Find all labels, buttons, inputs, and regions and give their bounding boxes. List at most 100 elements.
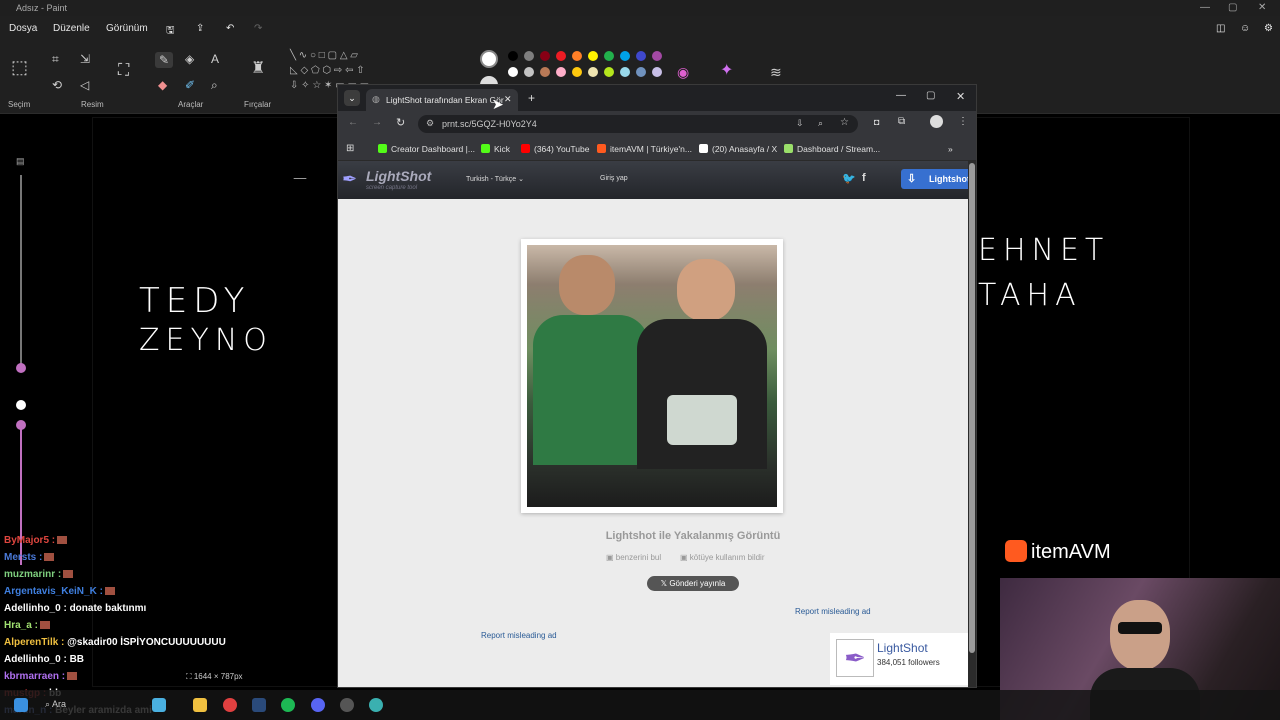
color-swatch[interactable] (540, 67, 550, 77)
task-view-icon[interactable] (152, 698, 166, 712)
address-bar[interactable]: ⚙ prnt.sc/5GQZ-H0Yo2Y4 ⇩ ⌕ ☆ (418, 115, 858, 133)
shape-line-icon[interactable]: ╲ ∿ ○ □ ▢ △ ▱ (290, 50, 358, 61)
extension-icon[interactable]: ◘ (874, 117, 879, 127)
share-icon[interactable]: ⇪ (196, 23, 204, 34)
slider-thumb[interactable] (16, 363, 26, 373)
copilot-icon[interactable]: ✦ (720, 60, 733, 80)
lightshot-follow-widget[interactable]: ✒ LightShot 384,051 followers (830, 633, 968, 685)
zoom-icon[interactable]: ⌕ (818, 118, 823, 129)
feedback-icon[interactable]: ◫ (1216, 23, 1225, 34)
rotate-icon[interactable]: ⟲ (52, 78, 62, 92)
maximize-icon[interactable]: ▢ (1228, 2, 1237, 13)
color-swatch[interactable] (604, 51, 614, 61)
file-explorer-icon[interactable] (193, 698, 207, 712)
selection-icon[interactable]: ⬚ (11, 57, 28, 78)
minimize-icon[interactable]: — (1200, 2, 1210, 13)
bookmark-item[interactable]: (364) YouTube (521, 144, 589, 154)
obs-icon[interactable] (340, 698, 354, 712)
browser-minimize-icon[interactable]: — (896, 90, 906, 101)
chat-username[interactable]: Argentavis_KeiN_K : (4, 586, 103, 597)
chrome-icon[interactable] (223, 698, 237, 712)
color-swatch[interactable] (508, 67, 518, 77)
tab-close-icon[interactable]: ✕ (504, 94, 512, 105)
color-swatch[interactable] (556, 51, 566, 61)
settings-icon[interactable]: ⚙ (1264, 23, 1273, 34)
site-info-icon[interactable]: ⚙ (426, 118, 434, 129)
shape-row2-icon[interactable]: ◺ ◇ ⬠ ⬡ ⇨ ⇦ ⇧ (290, 65, 365, 76)
login-link[interactable]: Giriş yap (600, 175, 628, 182)
bookmark-item[interactable]: itemAVM | Türkiye'n... (597, 144, 692, 154)
menu-file[interactable]: Dosya (9, 23, 37, 34)
find-similar-link[interactable]: ▣ benzerini bul (606, 553, 661, 562)
brush-icon[interactable]: ♜ (251, 58, 265, 78)
steam-icon[interactable] (252, 698, 266, 712)
eraser-icon[interactable]: ◆ (158, 78, 167, 92)
bookmark-item[interactable]: Kick (481, 144, 510, 154)
magnifier-icon[interactable]: ⌕ (211, 78, 218, 93)
new-tab-icon[interactable]: + (528, 91, 535, 105)
color-swatch[interactable] (572, 51, 582, 61)
save-icon[interactable]: 🖫 (166, 23, 175, 40)
chat-username[interactable]: AlperenTilk : (4, 637, 64, 648)
color-swatch[interactable] (636, 51, 646, 61)
language-select[interactable]: Turkish - Türkçe ⌄ (466, 175, 524, 183)
pencil-icon[interactable]: ✎ (155, 52, 174, 68)
reload-icon[interactable]: ↻ (396, 116, 405, 129)
close-icon[interactable]: ✕ (1258, 2, 1266, 13)
chat-username[interactable]: muzmarinr : (4, 569, 61, 580)
post-on-x-button[interactable]: 𝕏 Gönderi yayınla (647, 576, 739, 591)
tab-search-icon[interactable]: ⌄ (344, 90, 360, 106)
chat-username[interactable]: Adellinho_0 : (4, 654, 67, 665)
chat-username[interactable]: kbrmarraen : (4, 671, 65, 682)
back-icon[interactable]: ← (348, 117, 358, 128)
apps-icon[interactable]: ⊞ (346, 143, 354, 154)
color-swatch[interactable] (652, 67, 662, 77)
chat-username[interactable]: Adellinho_0 : (4, 603, 67, 614)
scrollbar[interactable] (968, 161, 976, 687)
app-icon[interactable] (369, 698, 383, 712)
profile-avatar[interactable] (930, 115, 943, 128)
report-abuse-link[interactable]: ▣ kötüye kullanım bildir (680, 553, 764, 562)
color-swatch[interactable] (524, 51, 534, 61)
color-swatch[interactable] (652, 51, 662, 61)
chat-username[interactable]: Mersts : (4, 552, 42, 563)
image-select-icon[interactable]: ⛶ (118, 62, 129, 80)
extensions-puzzle-icon[interactable]: ⧉ (898, 116, 905, 127)
color-wheel-icon[interactable]: ◉ (677, 64, 689, 81)
browser-close-icon[interactable]: ✕ (956, 90, 965, 103)
color-swatch[interactable] (588, 67, 598, 77)
people-icon[interactable]: ☺ (1240, 23, 1250, 34)
color-primary[interactable] (480, 50, 498, 68)
color-swatch[interactable] (604, 67, 614, 77)
color-swatch[interactable] (620, 51, 630, 61)
bookmark-star-icon[interactable]: ☆ (840, 117, 849, 128)
color-swatch[interactable] (620, 67, 630, 77)
flip-icon[interactable]: ◁ (80, 78, 89, 92)
spotify-icon[interactable] (281, 698, 295, 712)
bookmark-item[interactable]: (20) Anasayfa / X (699, 144, 777, 154)
color-swatch[interactable] (588, 51, 598, 61)
taskbar-search[interactable]: ⌕ Ara (45, 699, 66, 710)
chat-username[interactable]: ByMajor5 : (4, 535, 55, 546)
crop-icon[interactable]: ⌗ (52, 52, 59, 67)
color-swatch[interactable] (524, 67, 534, 77)
color-swatch[interactable] (508, 51, 518, 61)
lightshot-download-button[interactable]: ⇩ Lightshot (901, 169, 971, 189)
text-tool-icon[interactable]: A (211, 52, 219, 66)
screenshot-image[interactable] (527, 245, 777, 507)
resize-icon[interactable]: ⇲ (80, 52, 90, 66)
color-picker-icon[interactable]: ✐ (185, 78, 195, 92)
color-swatch[interactable] (636, 67, 646, 77)
browser-menu-icon[interactable]: ⋮ (958, 116, 968, 127)
brush-size-slider[interactable]: ▤ (8, 150, 34, 570)
color-swatch[interactable] (540, 51, 550, 61)
report-ad-link-right[interactable]: Report misleading ad (795, 607, 871, 616)
color-swatch[interactable] (572, 67, 582, 77)
redo-icon[interactable]: ↷ (254, 23, 262, 34)
menu-edit[interactable]: Düzenle (53, 23, 90, 34)
more-bookmarks-icon[interactable]: » (948, 144, 953, 154)
bookmark-item[interactable]: Dashboard / Stream... (784, 144, 880, 154)
lightshot-logo[interactable]: LightShot (366, 168, 431, 184)
facebook-icon[interactable]: f (862, 172, 866, 184)
layers-icon[interactable]: ≋ (770, 64, 782, 81)
